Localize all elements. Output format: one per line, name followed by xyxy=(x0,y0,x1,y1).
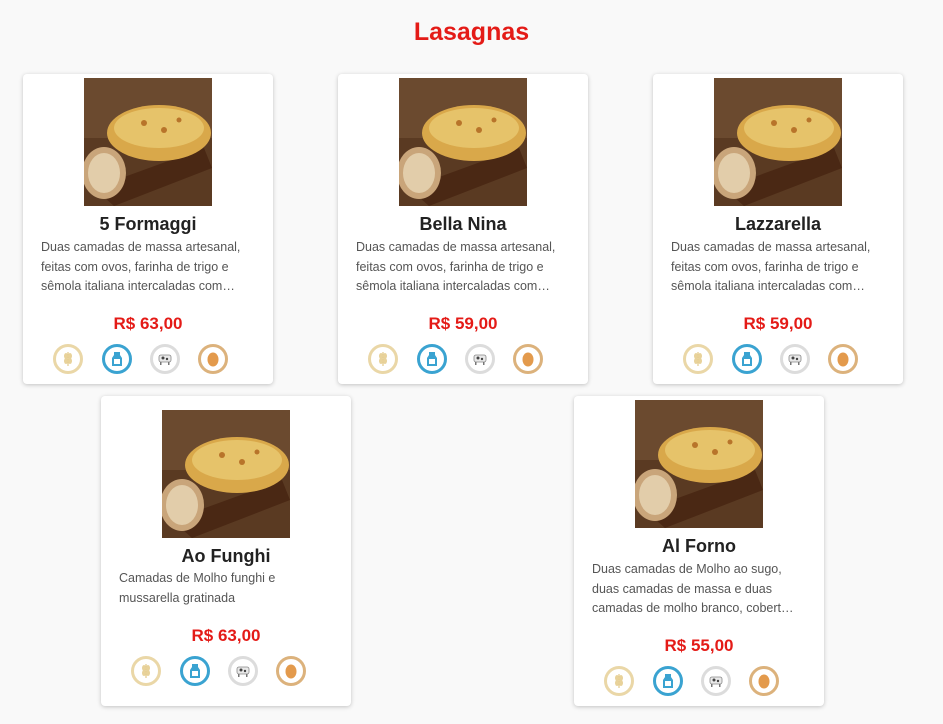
product-price: R$ 63,00 xyxy=(191,626,261,645)
cow-icon xyxy=(150,344,180,374)
egg-icon xyxy=(513,344,543,374)
milk-icon xyxy=(102,344,132,374)
product-image xyxy=(84,78,212,206)
product-name: Ao Funghi xyxy=(181,546,271,566)
product-card-lazzarella[interactable]: Lazzarella Duas camadas de massa artesan… xyxy=(653,74,903,384)
product-description: Duas camadas de Molho ao sugo, duas cama… xyxy=(592,562,794,615)
product-description: Duas camadas de massa artesanal, feitas … xyxy=(41,240,241,293)
egg-icon xyxy=(828,344,858,374)
egg-icon xyxy=(749,666,779,696)
milk-icon xyxy=(653,666,683,696)
cow-icon xyxy=(780,344,810,374)
product-image xyxy=(399,78,527,206)
product-price: R$ 63,00 xyxy=(113,314,183,333)
product-card-ao-funghi[interactable]: Ao Funghi Camadas de Molho funghi e muss… xyxy=(101,396,351,706)
product-image xyxy=(714,78,842,206)
wheat-icon xyxy=(604,666,634,696)
product-price: R$ 59,00 xyxy=(743,314,813,333)
milk-icon xyxy=(417,344,447,374)
cow-icon xyxy=(228,656,258,686)
product-description: Camadas de Molho funghi e mussarella gra… xyxy=(119,571,276,605)
product-image xyxy=(635,400,763,528)
cow-icon xyxy=(465,344,495,374)
cow-icon xyxy=(701,666,731,696)
product-name: Lazzarella xyxy=(734,214,822,234)
product-card-5-formaggi[interactable]: 5 Formaggi Duas camadas de massa artesan… xyxy=(23,74,273,384)
wheat-icon xyxy=(131,656,161,686)
product-price: R$ 59,00 xyxy=(428,314,498,333)
allergen-icons xyxy=(53,344,243,374)
product-price: R$ 55,00 xyxy=(664,636,734,655)
milk-icon xyxy=(180,656,210,686)
wheat-icon xyxy=(683,344,713,374)
egg-icon xyxy=(276,656,306,686)
product-description: Duas camadas de massa artesanal, feitas … xyxy=(671,240,871,293)
product-description: Duas camadas de massa artesanal, feitas … xyxy=(356,240,556,293)
allergen-icons xyxy=(131,656,321,686)
wheat-icon xyxy=(53,344,83,374)
product-card-bella-nina[interactable]: Bella Nina Duas camadas de massa artesan… xyxy=(338,74,588,384)
product-image xyxy=(162,410,290,538)
product-name: Bella Nina xyxy=(419,214,507,234)
allergen-icons xyxy=(683,344,873,374)
product-card-al-forno[interactable]: Al Forno Duas camadas de Molho ao sugo, … xyxy=(574,396,824,706)
egg-icon xyxy=(198,344,228,374)
allergen-icons xyxy=(604,666,794,696)
product-name: Al Forno xyxy=(662,536,736,556)
product-name: 5 Formaggi xyxy=(99,214,197,234)
page-title: Lasagnas xyxy=(413,18,530,46)
wheat-icon xyxy=(368,344,398,374)
allergen-icons xyxy=(368,344,558,374)
milk-icon xyxy=(732,344,762,374)
